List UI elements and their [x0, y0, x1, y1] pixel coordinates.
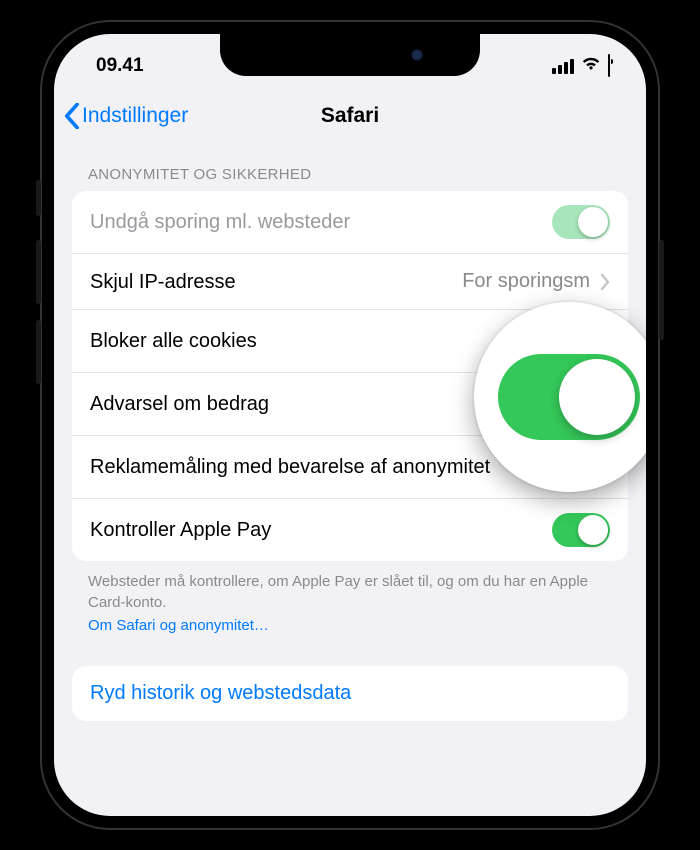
power-button [659, 240, 664, 340]
volume-up-button [36, 240, 41, 304]
nav-bar: Indstillinger Safari [54, 88, 646, 144]
row-label: Skjul IP-adresse [90, 269, 462, 295]
row-hide-ip-address[interactable]: Skjul IP-adresse For sporingsm [72, 254, 628, 310]
row-prevent-cross-site-tracking[interactable]: Undgå sporing ml. websteder [72, 191, 628, 254]
volume-down-button [36, 320, 41, 384]
front-camera-icon [412, 50, 422, 60]
row-label: Undgå sporing ml. websteder [90, 209, 552, 235]
page-title: Safari [321, 104, 379, 128]
section-header: Anonymitet og sikkerhed [54, 144, 646, 191]
action-list: Ryd historik og webstedsdata [72, 666, 628, 721]
chevron-right-icon [600, 274, 610, 290]
phone-screen: 09.41 Indstillinger Safari [54, 34, 646, 816]
toggle-prevent-tracking[interactable] [552, 205, 610, 239]
footer-description: Websteder må kontrollere, om Apple Pay e… [54, 561, 646, 617]
back-button[interactable]: Indstillinger [64, 103, 188, 129]
magnified-toggle-on-icon [498, 354, 640, 440]
cellular-signal-icon [552, 59, 574, 74]
back-label: Indstillinger [82, 104, 188, 128]
notch [220, 34, 480, 76]
phone-frame: 09.41 Indstillinger Safari [40, 20, 660, 830]
row-label: Reklamemåling med bevarelse af anonymite… [90, 454, 552, 480]
row-label: Kontroller Apple Pay [90, 517, 552, 543]
wifi-icon [580, 55, 602, 77]
chevron-left-icon [64, 103, 80, 129]
battery-icon [608, 55, 610, 77]
clear-history-button[interactable]: Ryd historik og webstedsdata [72, 666, 628, 721]
row-check-apple-pay[interactable]: Kontroller Apple Pay [72, 499, 628, 561]
row-detail: For sporingsm [462, 270, 590, 293]
toggle-check-apple-pay[interactable] [552, 513, 610, 547]
status-time: 09.41 [96, 55, 144, 77]
footer-link-about-privacy[interactable]: Om Safari og anonymitet… [54, 617, 646, 654]
row-label: Bloker alle cookies [90, 328, 552, 354]
mute-switch [36, 180, 41, 216]
